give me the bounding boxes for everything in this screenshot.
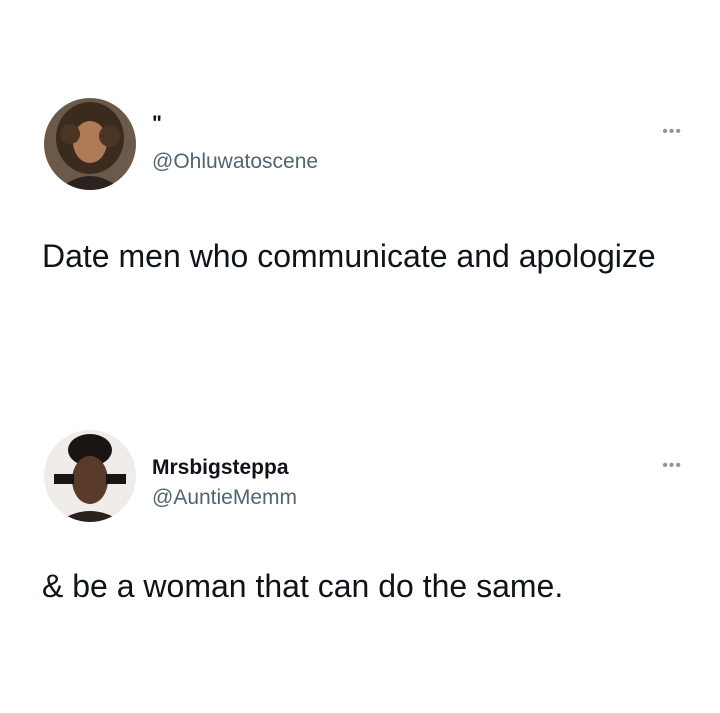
tweet-text: & be a woman that can do the same. (42, 568, 564, 604)
tweet-2: Mrsbigsteppa @AuntieMemm ••• & be a woma… (0, 0, 720, 713)
display-name[interactable]: Mrsbigsteppa (152, 456, 289, 480)
avatar-image (44, 430, 136, 522)
handle[interactable]: @AuntieMemm (152, 486, 297, 510)
more-horizontal-icon[interactable]: ••• (662, 458, 682, 474)
avatar[interactable] (44, 430, 136, 522)
